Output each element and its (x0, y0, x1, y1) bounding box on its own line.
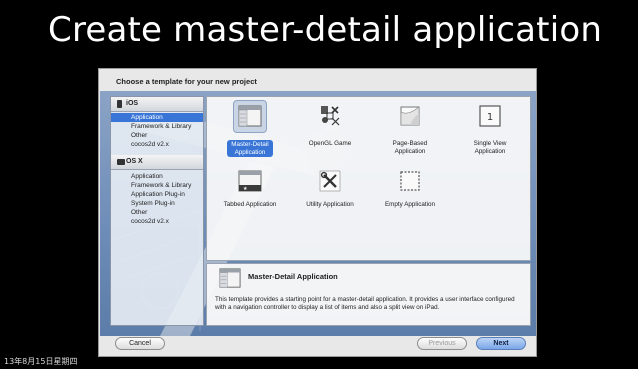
slide-title: Create master-detail application (48, 10, 603, 50)
empty-icon (400, 171, 420, 191)
blueprint-backdrop: iOS Application Framework & Library Othe… (100, 91, 536, 336)
mac-icon (117, 159, 125, 165)
opengl-game-icon (321, 106, 340, 126)
sidebar-item-osx-cocos2d[interactable]: cocos2d v2.x (111, 217, 203, 226)
sidebar-item-ios-cocos2d[interactable]: cocos2d v2.x (111, 140, 203, 149)
template-label: Page-Based Application (392, 140, 428, 155)
template-label: Utility Application (306, 201, 354, 208)
tabbed-icon: ★ (238, 170, 262, 192)
svg-text:★: ★ (243, 186, 248, 192)
template-label: Empty Application (384, 201, 436, 208)
sidebar-section-osx: OS X (111, 155, 203, 170)
page-based-icon (400, 106, 420, 126)
template-single-view[interactable]: 1 Single View Application (449, 100, 531, 160)
sidebar-item-osx-application[interactable]: Application (111, 172, 203, 181)
sidebar-item-osx-framework-library[interactable]: Framework & Library (111, 181, 203, 190)
template-page-based[interactable]: Page-Based Application (369, 100, 451, 160)
previous-button[interactable]: Previous (417, 337, 467, 350)
utility-icon (319, 170, 341, 192)
svg-text:1: 1 (487, 112, 493, 123)
sidebar-item-osx-system-plugin[interactable]: System Plug-in (111, 199, 203, 208)
template-label: OpenGL Game (308, 140, 352, 147)
description-title: Master-Detail Application (248, 272, 338, 281)
cancel-button[interactable]: Cancel (115, 337, 165, 350)
sidebar-item-osx-other[interactable]: Other (111, 208, 203, 217)
sidebar-item-ios-application[interactable]: Application (111, 113, 203, 122)
template-description-panel: Master-Detail Application This template … (206, 263, 531, 326)
sidebar-item-ios-framework-library[interactable]: Framework & Library (111, 122, 203, 131)
slide-date: 13年8月15日星期四 (4, 357, 78, 366)
template-label: Tabbed Application (223, 201, 277, 208)
next-button[interactable]: Next (476, 337, 526, 350)
new-project-sheet: Choose a template for your new project i… (98, 68, 537, 357)
description-text: This template provides a starting point … (215, 296, 515, 311)
template-category-sidebar: iOS Application Framework & Library Othe… (110, 96, 204, 326)
sidebar-section-ios: iOS (111, 97, 203, 112)
template-empty[interactable]: Empty Application (369, 165, 451, 225)
master-detail-icon (219, 268, 241, 288)
sidebar-item-ios-other[interactable]: Other (111, 131, 203, 140)
iphone-icon (117, 100, 122, 108)
sidebar-item-osx-app-plugin[interactable]: Application Plug-in (111, 190, 203, 199)
template-opengl-game[interactable]: OpenGL Game (289, 100, 371, 160)
template-utility[interactable]: Utility Application (289, 165, 371, 225)
template-label: Single View Application (473, 140, 507, 155)
template-master-detail[interactable]: Master-Detail Application (209, 100, 291, 160)
template-label: Master-Detail Application (227, 140, 273, 157)
master-detail-icon (238, 105, 262, 127)
single-view-icon: 1 (479, 105, 501, 127)
template-tabbed[interactable]: ★ Tabbed Application (209, 165, 291, 225)
sheet-header: Choose a template for your new project (116, 77, 257, 86)
template-grid: Master-Detail Application OpenGL Game Pa… (206, 96, 531, 261)
